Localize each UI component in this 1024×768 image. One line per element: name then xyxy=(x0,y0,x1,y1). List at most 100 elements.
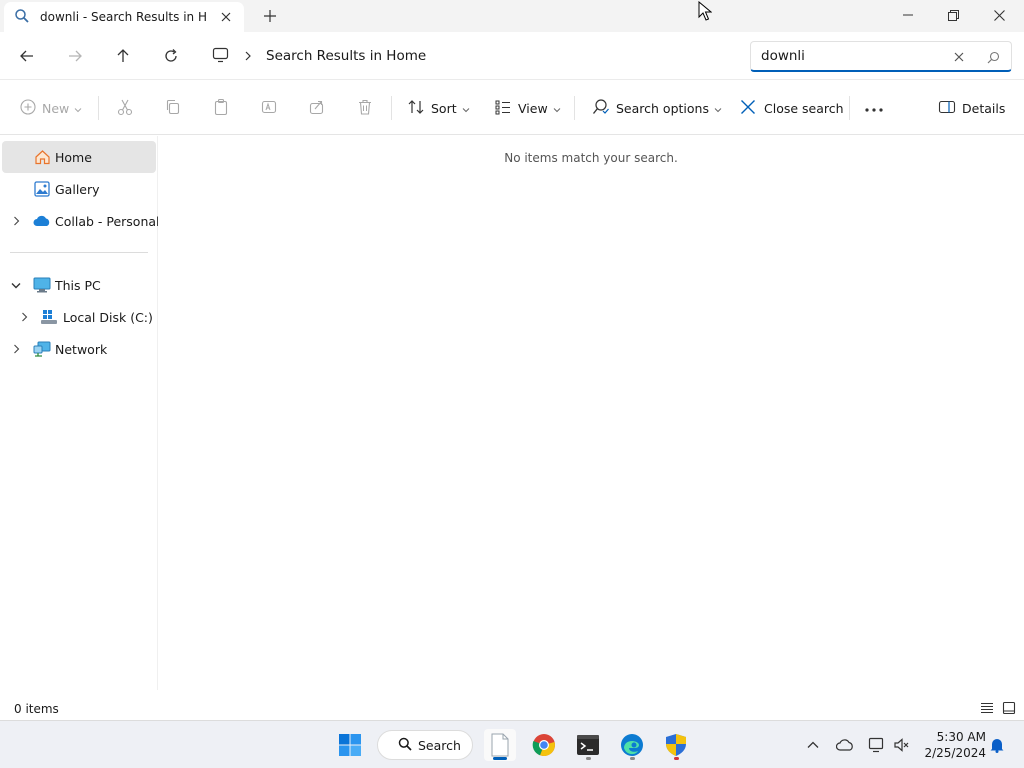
computer-icon xyxy=(33,276,51,294)
chevron-right-icon[interactable] xyxy=(10,215,22,227)
nav-item-home[interactable]: Home xyxy=(2,141,156,173)
search-input[interactable] xyxy=(761,48,941,64)
sort-button[interactable]: Sort xyxy=(407,94,470,122)
refresh-icon[interactable] xyxy=(157,42,185,70)
cut-button[interactable] xyxy=(116,94,134,122)
sort-icon xyxy=(407,98,425,119)
breadcrumb-location[interactable]: Search Results in Home xyxy=(266,48,426,64)
tab-search-results[interactable]: downli - Search Results in Home xyxy=(4,2,244,32)
nav-home-label: Home xyxy=(55,149,92,165)
delete-button[interactable] xyxy=(356,94,374,122)
file-explorer-taskbar-icon[interactable] xyxy=(484,729,516,761)
chrome-icon[interactable] xyxy=(528,729,560,761)
edge-icon[interactable] xyxy=(616,729,648,761)
taskbar-search-label: Search xyxy=(418,737,461,753)
tab-close-icon[interactable] xyxy=(218,9,234,25)
nav-item-local-disk[interactable]: Local Disk (C:) xyxy=(2,301,156,333)
search-options-button[interactable]: Search options xyxy=(592,94,722,122)
empty-results-message: No items match your search. xyxy=(504,151,678,165)
chevron-down-icon xyxy=(462,101,470,116)
security-shield-icon[interactable] xyxy=(660,729,692,761)
nav-item-gallery[interactable]: Gallery xyxy=(2,173,156,205)
new-button[interactable]: New xyxy=(20,94,82,122)
nav-network-label: Network xyxy=(55,341,108,357)
nav-item-onedrive[interactable]: Collab - Personal xyxy=(2,205,160,237)
item-count: 0 items xyxy=(14,702,59,716)
restore-icon[interactable] xyxy=(930,0,976,30)
chevron-down-icon xyxy=(74,101,82,116)
search-box[interactable] xyxy=(750,41,1012,72)
network-tray-icon[interactable] xyxy=(867,735,887,755)
sort-label: Sort xyxy=(431,100,457,116)
clear-search-icon[interactable] xyxy=(951,49,967,65)
running-app-indicator xyxy=(586,757,591,760)
onedrive-cloud-icon xyxy=(33,212,51,230)
chevron-right-icon xyxy=(244,49,252,64)
title-bar: downli - Search Results in Home xyxy=(0,0,1024,32)
taskbar-search-button[interactable]: Search xyxy=(377,730,473,760)
more-dots-icon xyxy=(864,101,884,116)
view-button[interactable]: View xyxy=(494,94,561,122)
chevron-down-icon xyxy=(714,101,722,116)
home-icon xyxy=(33,148,51,166)
forward-arrow-icon[interactable] xyxy=(61,42,89,70)
active-app-indicator xyxy=(493,757,507,760)
terminal-icon[interactable] xyxy=(572,729,604,761)
tiles-view-icon[interactable] xyxy=(1001,700,1017,716)
chevron-down-icon[interactable] xyxy=(10,279,22,291)
close-search-button[interactable]: Close search xyxy=(740,94,844,122)
command-bar: New Sort View Search options Close searc… xyxy=(0,80,1024,135)
rename-button[interactable] xyxy=(260,94,278,122)
address-row: Search Results in Home xyxy=(0,32,1024,80)
network-icon xyxy=(33,340,51,358)
clock-date: 2/25/2024 xyxy=(924,746,986,760)
share-icon xyxy=(308,98,326,119)
search-icon xyxy=(14,8,30,27)
back-arrow-icon[interactable] xyxy=(13,42,41,70)
nav-local-disk-label: Local Disk (C:) xyxy=(63,309,153,325)
monitor-icon xyxy=(212,47,230,66)
disk-drive-icon xyxy=(40,308,58,326)
running-app-indicator xyxy=(630,757,635,760)
taskbar: Search 5:30 AM 2/25/2024 xyxy=(0,720,1024,768)
trash-icon xyxy=(356,98,374,119)
chevron-up-icon[interactable] xyxy=(803,735,823,755)
nav-onedrive-label: Collab - Personal xyxy=(55,213,160,229)
copy-button[interactable] xyxy=(164,94,182,122)
up-arrow-icon[interactable] xyxy=(109,42,137,70)
toolbar-divider xyxy=(98,96,99,120)
paste-button[interactable] xyxy=(212,94,230,122)
search-icon[interactable] xyxy=(985,49,1001,65)
search-icon xyxy=(398,737,412,754)
minimize-icon[interactable] xyxy=(885,0,931,30)
speaker-muted-icon[interactable] xyxy=(892,735,912,755)
share-button[interactable] xyxy=(308,94,326,122)
notification-bell-icon[interactable] xyxy=(987,735,1007,755)
search-options-label: Search options xyxy=(616,100,709,116)
close-window-icon[interactable] xyxy=(976,0,1022,30)
details-pane-icon xyxy=(938,99,956,118)
nav-item-this-pc[interactable]: This PC xyxy=(2,269,156,301)
windows-start-icon[interactable] xyxy=(334,729,366,761)
copy-icon xyxy=(164,98,182,119)
close-search-label: Close search xyxy=(764,100,844,116)
nav-divider xyxy=(10,252,148,253)
chevron-right-icon[interactable] xyxy=(10,343,22,355)
details-view-icon[interactable] xyxy=(979,700,995,716)
details-button[interactable]: Details xyxy=(938,94,1005,122)
nav-gallery-label: Gallery xyxy=(55,181,100,197)
view-label: View xyxy=(518,100,548,116)
new-tab-icon[interactable] xyxy=(260,6,280,26)
gallery-icon xyxy=(33,180,51,198)
onedrive-tray-icon[interactable] xyxy=(835,735,855,755)
toolbar-divider xyxy=(574,96,575,120)
more-options-button[interactable] xyxy=(864,94,884,122)
nav-item-network[interactable]: Network xyxy=(2,333,156,365)
chevron-right-icon[interactable] xyxy=(18,311,30,323)
nav-this-pc-label: This PC xyxy=(55,277,101,293)
breadcrumb[interactable]: Search Results in Home xyxy=(202,40,742,72)
toolbar-divider xyxy=(391,96,392,120)
search-options-icon xyxy=(592,98,610,119)
clock[interactable]: 5:30 AM 2/25/2024 xyxy=(918,729,986,761)
content-area[interactable]: No items match your search. xyxy=(158,136,1024,690)
